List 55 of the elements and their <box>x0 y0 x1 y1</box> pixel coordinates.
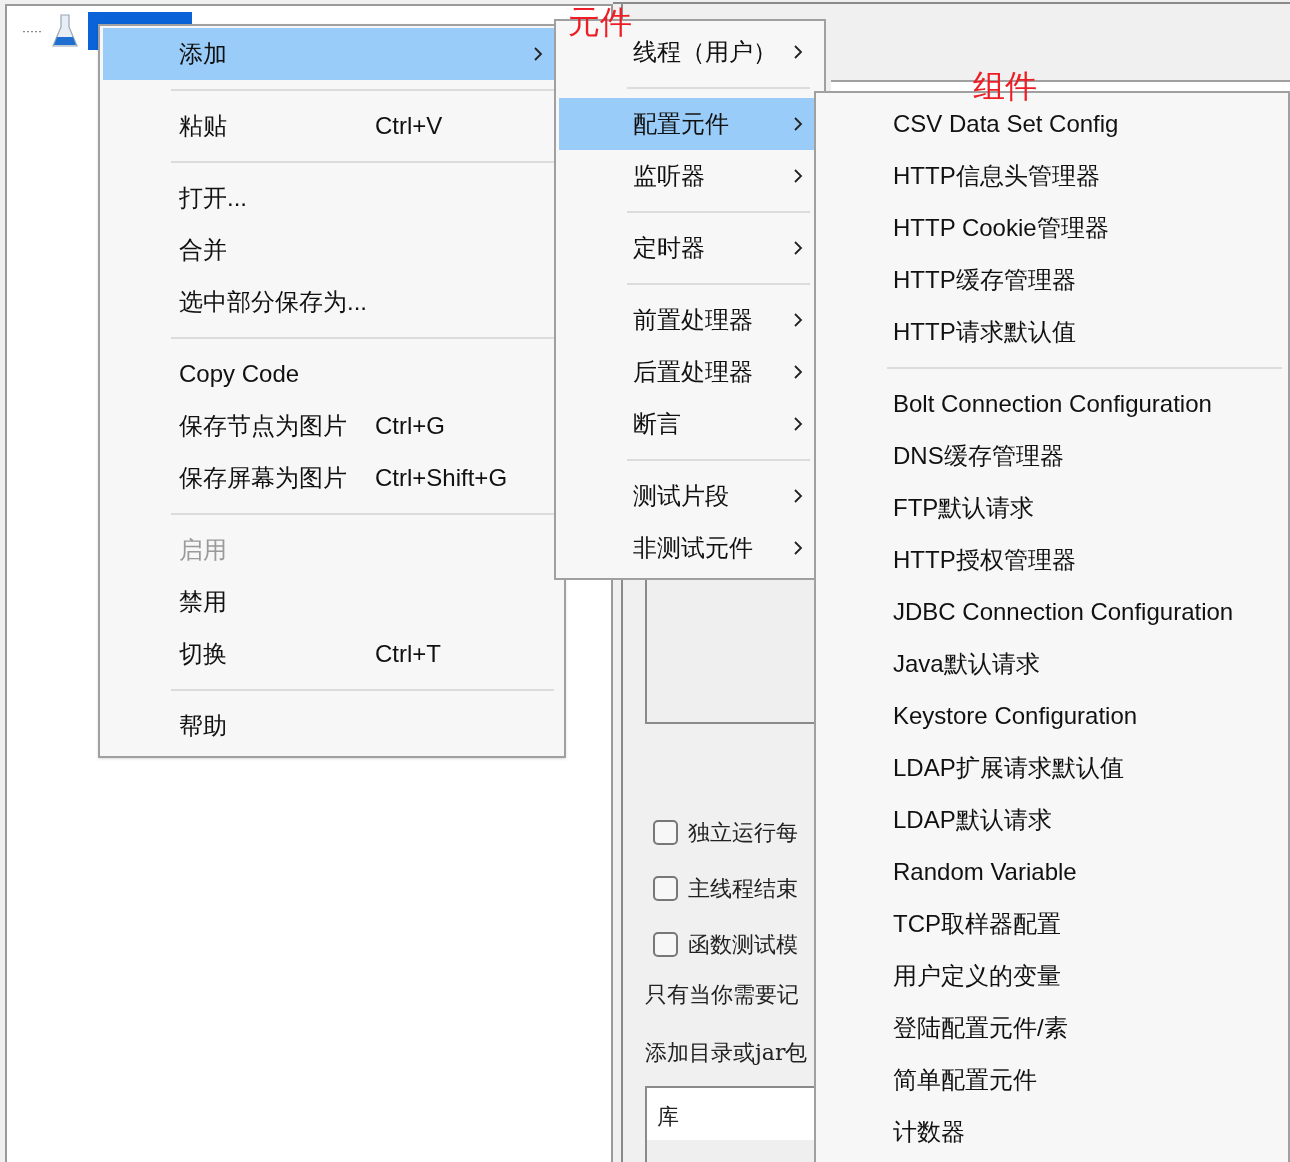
flask-icon <box>52 13 78 49</box>
annotation-text: 组件 <box>973 70 1037 102</box>
checkbox-label: 主线程结束 <box>688 874 798 903</box>
menu-item[interactable]: 切换 Ctrl+T <box>103 628 554 680</box>
tree-connector: ····· <box>22 25 42 37</box>
checkbox[interactable] <box>653 875 678 901</box>
menu-item[interactable]: Java默认请求 <box>819 638 1285 690</box>
checkbox-label: 独立运行每 <box>688 818 798 847</box>
menu-item[interactable]: 帮助 <box>103 700 554 752</box>
menu-item[interactable]: HTTP信息头管理器 <box>819 150 1285 202</box>
menu-item[interactable]: 后置处理器 <box>559 346 814 398</box>
shortcut-text: Ctrl+T <box>375 639 441 669</box>
menu-item[interactable]: 断言 <box>559 398 814 450</box>
menu-item[interactable]: 定时器 <box>559 222 814 274</box>
note-text: 只有当你需要记 <box>645 981 799 1009</box>
menu-item[interactable]: 配置元件 <box>559 98 814 150</box>
library-label: 添加目录或jar包 <box>645 1039 808 1067</box>
menu-item[interactable]: Random Variable <box>819 846 1285 898</box>
menu-item[interactable]: DNS缓存管理器 <box>819 430 1285 482</box>
menu-item[interactable]: TCP取样器配置 <box>819 898 1285 950</box>
menu-item[interactable]: Bolt Connection Configuration <box>819 378 1285 430</box>
menu-item[interactable]: LDAP扩展请求默认值 <box>819 742 1285 794</box>
checkbox[interactable] <box>653 931 678 957</box>
menu-item[interactable]: Keystore Configuration <box>819 690 1285 742</box>
menu-item[interactable]: 前置处理器 <box>559 294 814 346</box>
menu-item[interactable]: 简单配置元件 <box>819 1054 1285 1106</box>
menu-item[interactable]: HTTP授权管理器 <box>819 534 1285 586</box>
menu-item[interactable]: 测试片段 <box>559 470 814 522</box>
shortcut-text: Ctrl+Shift+G <box>375 463 508 493</box>
menu-item[interactable]: 禁用 <box>103 576 554 628</box>
menu-item[interactable]: 监听器 <box>559 150 814 202</box>
menu-item[interactable]: Copy Code <box>103 348 554 400</box>
menu-item[interactable]: 打开... <box>103 172 554 224</box>
menu-item[interactable]: 保存屏幕为图片 Ctrl+Shift+G <box>103 452 554 504</box>
menu-item[interactable]: 非测试元件 <box>559 522 814 574</box>
shortcut-text: Ctrl+V <box>375 111 443 141</box>
menu-item[interactable]: 用户定义的变量 <box>819 950 1285 1002</box>
menu-item[interactable]: 添加 <box>103 28 554 80</box>
menu-item[interactable]: 合并 <box>103 224 554 276</box>
menu-item[interactable]: HTTP缓存管理器 <box>819 254 1285 306</box>
menu-item[interactable]: LDAP默认请求 <box>819 794 1285 846</box>
checkbox-label: 函数测试模 <box>688 930 798 959</box>
checkbox[interactable] <box>653 819 678 845</box>
menu-item[interactable]: HTTP请求默认值 <box>819 306 1285 358</box>
menu-item[interactable]: 登陆配置元件/素 <box>819 1002 1285 1054</box>
menu-item[interactable]: JDBC Connection Configuration <box>819 586 1285 638</box>
shortcut-text: Ctrl+G <box>375 411 445 441</box>
menu-item[interactable]: FTP默认请求 <box>819 482 1285 534</box>
menu-item[interactable]: HTTP Cookie管理器 <box>819 202 1285 254</box>
menu-item[interactable]: 保存节点为图片 Ctrl+G <box>103 400 554 452</box>
menu-item[interactable]: 粘贴 Ctrl+V <box>103 100 554 152</box>
column-header: 库 <box>656 1103 680 1131</box>
menu-item[interactable]: 计数器 <box>819 1106 1285 1158</box>
annotation-text: 元件 <box>568 6 632 38</box>
menu-item[interactable]: 选中部分保存为... <box>103 276 554 328</box>
